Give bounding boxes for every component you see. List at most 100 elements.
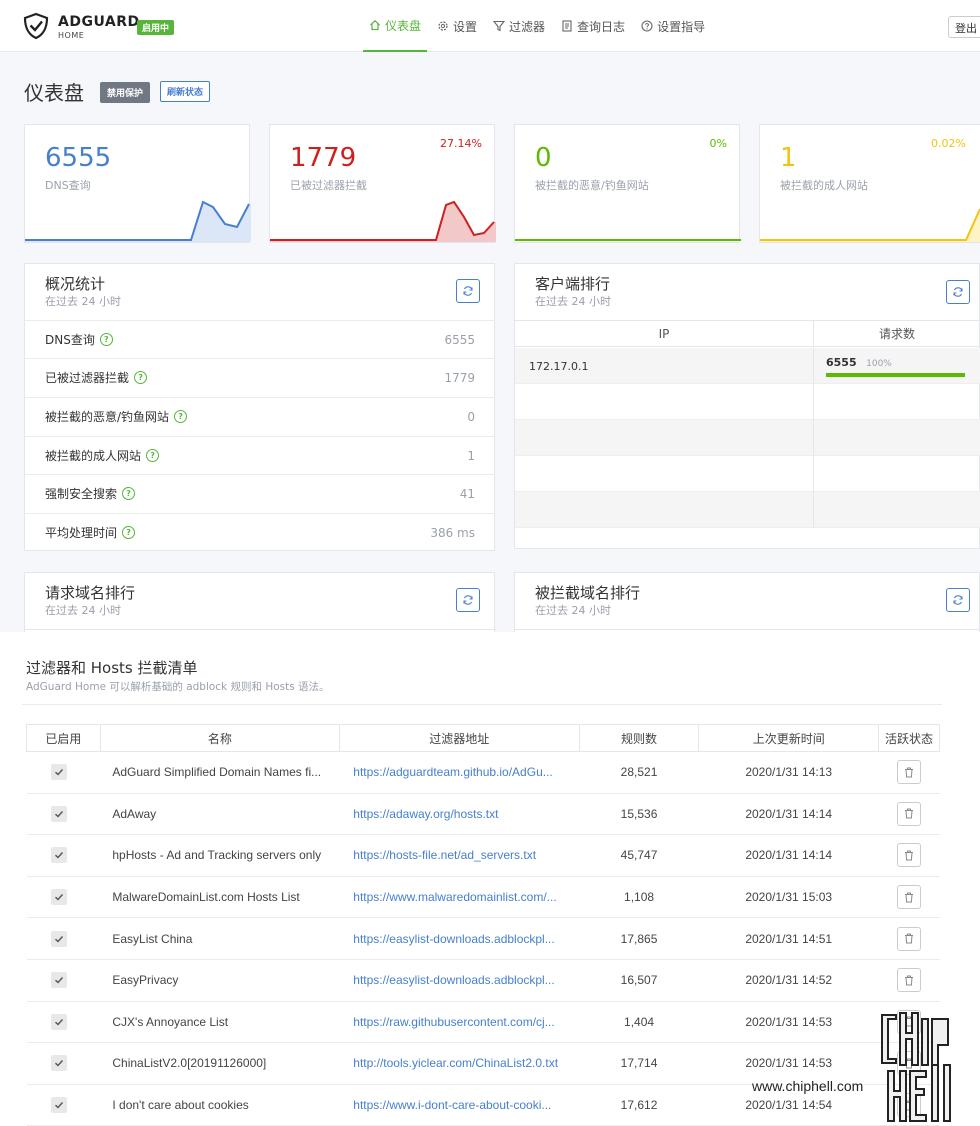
- column-enabled[interactable]: 已启用: [26, 724, 101, 752]
- panel-subtitle: 在过去 24 小时: [45, 604, 121, 617]
- check-icon: [54, 769, 63, 776]
- refresh-button[interactable]: [456, 279, 480, 303]
- row-value: 1779: [444, 370, 475, 385]
- enabled-checkbox[interactable]: [50, 764, 67, 781]
- delete-filter-button[interactable]: [896, 968, 921, 993]
- filter-updated-time: 2020/1/31 15:03: [698, 876, 879, 919]
- main-nav: 仪表盘 设置 过滤器 查询日志 设置指导: [363, 0, 715, 52]
- filter-url-link[interactable]: https://easylist-downloads.adblockpl...: [339, 959, 580, 1002]
- column-url[interactable]: 过滤器地址: [338, 724, 580, 752]
- trash-icon: [904, 975, 913, 986]
- help-icon: [641, 20, 653, 32]
- filter-url-link[interactable]: https://www.i-dont-care-about-cooki...: [339, 1084, 580, 1126]
- nav-query-log[interactable]: 查询日志: [555, 0, 631, 52]
- filter-icon: [493, 20, 506, 32]
- panel-title: 客户端排行: [535, 275, 611, 293]
- filter-url-link[interactable]: https://hosts-file.net/ad_servers.txt: [339, 834, 580, 877]
- client-count-cell: 6555 100%: [814, 348, 980, 383]
- check-icon: [54, 1060, 63, 1067]
- active-cell: [878, 959, 940, 1002]
- column-ip[interactable]: IP: [515, 321, 814, 346]
- check-icon: [54, 852, 63, 859]
- filter-rule-count: 28,521: [579, 751, 699, 794]
- row-label: 被拦截的恶意/钓鱼网站: [45, 410, 170, 424]
- stat-percent: 0.02%: [931, 137, 966, 150]
- chiphell-watermark-logo: [881, 1012, 951, 1122]
- filter-url-link[interactable]: https://raw.githubusercontent.com/cj...: [339, 1001, 580, 1044]
- filter-url-link[interactable]: http://tools.yiclear.com/ChinaList2.0.tx…: [339, 1042, 580, 1085]
- refresh-button[interactable]: [456, 588, 480, 612]
- refresh-status-button[interactable]: 刷新状态: [160, 81, 211, 102]
- enabled-checkbox[interactable]: [50, 805, 67, 822]
- enabled-checkbox[interactable]: [50, 930, 67, 947]
- help-icon[interactable]: ?: [122, 526, 136, 539]
- check-icon: [54, 1018, 63, 1026]
- help-icon[interactable]: ?: [99, 333, 113, 346]
- refresh-button[interactable]: [946, 588, 970, 612]
- enabled-checkbox[interactable]: [50, 1013, 67, 1030]
- table-row: [515, 492, 980, 528]
- trash-icon: [904, 808, 913, 819]
- enabled-checkbox[interactable]: [50, 889, 67, 906]
- delete-filter-button[interactable]: [896, 760, 921, 785]
- help-icon[interactable]: ?: [122, 487, 136, 500]
- filter-url-link[interactable]: https://adaway.org/hosts.txt: [339, 793, 580, 836]
- filter-name: ChinaListV2.0[20191126000]: [100, 1042, 340, 1085]
- column-requests[interactable]: 请求数: [814, 321, 980, 346]
- stat-value: 1: [780, 143, 797, 173]
- sparkline: [760, 208, 980, 242]
- column-name[interactable]: 名称: [99, 724, 340, 752]
- delete-filter-button[interactable]: [896, 801, 921, 826]
- trash-icon: [904, 850, 913, 861]
- enabled-checkbox[interactable]: [50, 972, 67, 989]
- delete-filter-button[interactable]: [896, 843, 921, 868]
- enabled-checkbox[interactable]: [50, 847, 67, 864]
- filter-name: EasyList China: [100, 917, 340, 960]
- stat-percent: 27.14%: [440, 137, 482, 150]
- filter-rule-count: 17,865: [579, 917, 699, 960]
- overview-row: 被拦截的成人网站? 1: [25, 436, 495, 474]
- nav-settings[interactable]: 设置: [431, 0, 483, 52]
- filter-rule-count: 1,108: [579, 876, 699, 919]
- stat-value: 1779: [290, 143, 357, 173]
- check-icon: [54, 977, 63, 984]
- column-updated[interactable]: 上次更新时间: [698, 724, 880, 752]
- column-rules[interactable]: 规则数: [578, 724, 700, 752]
- enabled-cell: [26, 751, 101, 794]
- enabled-checkbox[interactable]: [50, 1097, 67, 1114]
- refresh-button[interactable]: [946, 280, 970, 304]
- nav-filters[interactable]: 过滤器: [487, 0, 551, 52]
- filter-name: AdAway: [100, 793, 340, 836]
- panel-title: 被拦截域名排行: [535, 584, 641, 602]
- help-icon[interactable]: ?: [146, 449, 160, 462]
- table-row: AdGuard Simplified Domain Names fi... htt…: [26, 751, 940, 794]
- filter-name: EasyPrivacy: [100, 959, 340, 1002]
- trash-icon: [904, 767, 913, 778]
- brand-sub: HOME: [58, 31, 85, 40]
- table-row: EasyPrivacy https://easylist-downloads.ad…: [26, 959, 940, 1002]
- help-icon[interactable]: ?: [174, 410, 188, 423]
- column-active[interactable]: 活跃状态: [878, 724, 940, 752]
- filter-url-link[interactable]: https://www.malwaredomainlist.com/...: [339, 876, 580, 919]
- enabled-checkbox[interactable]: [50, 1055, 67, 1072]
- delete-filter-button[interactable]: [896, 926, 921, 951]
- clients-table-header: IP 请求数: [515, 320, 980, 347]
- table-row: [515, 456, 980, 492]
- logout-button[interactable]: 登出: [948, 16, 980, 38]
- divider: [22, 704, 942, 705]
- table-row: EasyList China https://easylist-downloads…: [26, 917, 940, 960]
- disable-protection-button[interactable]: 禁用保护: [100, 82, 151, 103]
- help-icon[interactable]: ?: [134, 371, 148, 384]
- refresh-icon: [953, 287, 963, 297]
- enabled-cell: [26, 959, 101, 1002]
- nav-dashboard[interactable]: 仪表盘: [363, 0, 428, 52]
- filter-url-link[interactable]: https://easylist-downloads.adblockpl...: [339, 917, 580, 960]
- enabled-cell: [26, 917, 101, 960]
- sparkline: [25, 200, 251, 242]
- filter-updated-time: 2020/1/31 14:14: [698, 834, 879, 877]
- filter-url-link[interactable]: https://adguardteam.github.io/AdGu...: [339, 751, 580, 794]
- stat-percent: 0%: [709, 137, 727, 150]
- delete-filter-button[interactable]: [896, 885, 921, 910]
- page-title: 仪表盘: [24, 81, 84, 105]
- nav-setup-guide[interactable]: 设置指导: [635, 0, 711, 52]
